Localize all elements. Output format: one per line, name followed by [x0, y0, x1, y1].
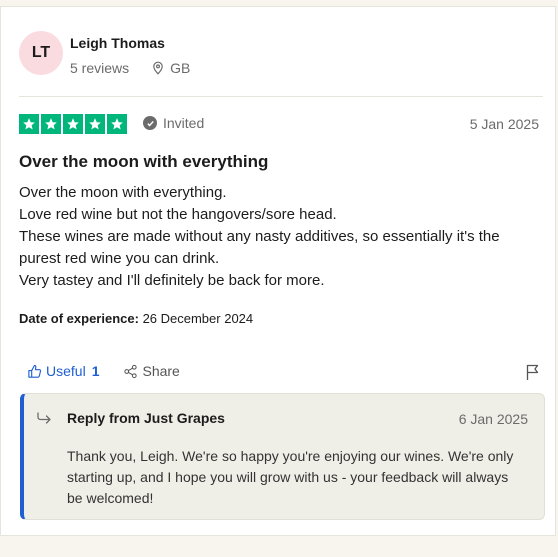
share-label: Share: [142, 363, 180, 379]
review-line: Over the moon with everything.: [19, 184, 227, 201]
star-rating: [19, 114, 127, 134]
reviewer-header: LT Leigh Thomas 5 reviews GB: [19, 31, 539, 81]
review-count: 5 reviews: [70, 60, 130, 76]
location-pin-icon: [151, 61, 165, 75]
experience-date: 26 December 2024: [142, 311, 254, 326]
avatar[interactable]: LT: [19, 31, 63, 75]
star-icon: [63, 114, 83, 134]
check-circle-icon: [143, 116, 157, 130]
review-card: LT Leigh Thomas 5 reviews GB Invited 5 J…: [0, 6, 556, 536]
useful-count: 1: [91, 363, 100, 379]
useful-button[interactable]: Useful 1: [27, 363, 99, 379]
reply-body: Thank you, Leigh. We're so happy you're …: [67, 448, 514, 506]
reply-arrow-icon: [36, 410, 54, 431]
reviewer-country: GB: [170, 60, 191, 76]
useful-label: Useful: [46, 363, 86, 379]
review-date: 5 Jan 2025: [469, 116, 539, 132]
review-line: Very tastey and I'll definitely be back …: [19, 272, 325, 289]
share-icon: [124, 364, 138, 378]
flag-icon[interactable]: [525, 363, 541, 386]
thumbs-up-icon: [28, 364, 42, 378]
reviewer-name[interactable]: Leigh Thomas: [70, 35, 165, 51]
review-title: Over the moon with everything: [19, 152, 269, 171]
star-icon: [107, 114, 127, 134]
review-line: Love red wine but not the hangovers/sore…: [19, 206, 337, 223]
share-button[interactable]: Share: [123, 363, 180, 379]
date-of-experience: Date of experience: 26 December 2024: [19, 311, 253, 326]
reply-date: 6 Jan 2025: [458, 411, 528, 427]
company-reply: Reply from Just Grapes 6 Jan 2025 Thank …: [20, 393, 545, 520]
star-icon: [41, 114, 61, 134]
divider: [19, 96, 543, 97]
review-actions: Useful 1 Share: [27, 363, 180, 379]
reviewer-meta: 5 reviews GB: [70, 60, 190, 76]
review-line: These wines are made without any nasty a…: [19, 228, 500, 267]
reply-title: Reply from Just Grapes: [67, 410, 225, 426]
experience-label: Date of experience:: [19, 311, 139, 326]
invited-label: Invited: [163, 115, 205, 131]
invited-badge[interactable]: Invited: [143, 115, 204, 131]
review-body: Over the moon with everything. Love red …: [19, 182, 539, 292]
star-icon: [85, 114, 105, 134]
star-icon: [19, 114, 39, 134]
